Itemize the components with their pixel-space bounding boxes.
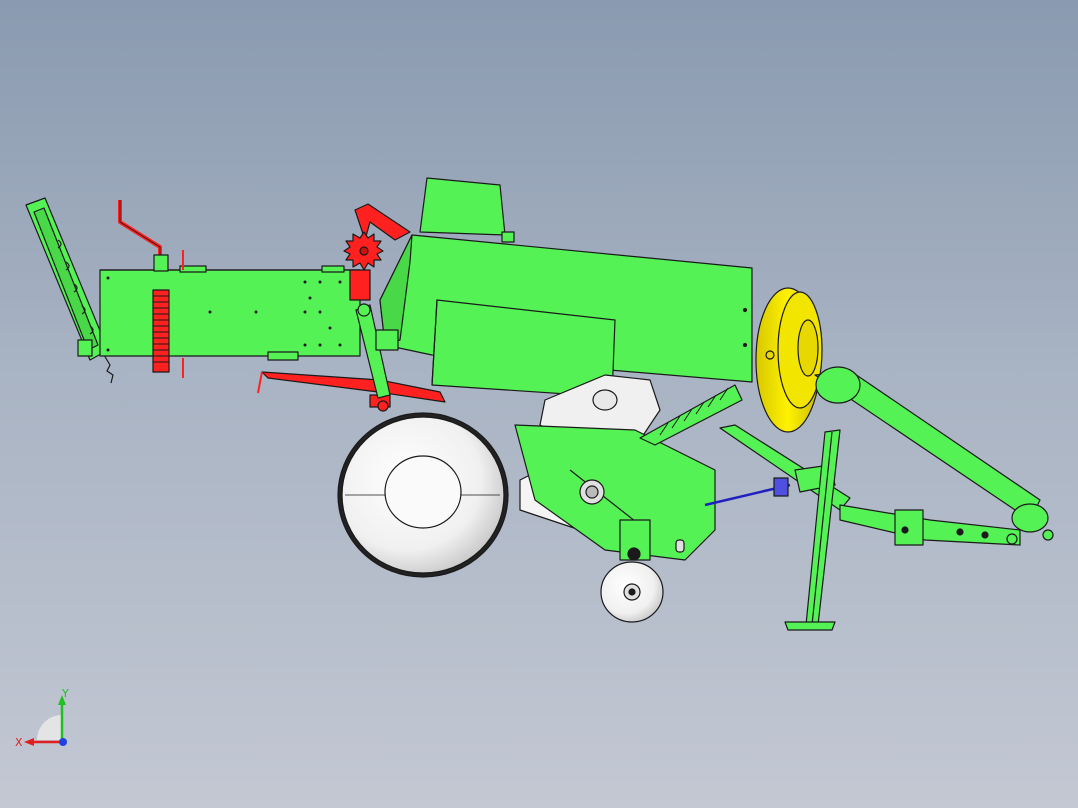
pickup-side-plate: [514, 424, 716, 561]
gauge-wheel: [600, 561, 664, 623]
x-axis-label: X: [15, 736, 23, 749]
orientation-triad[interactable]: Y X: [10, 685, 80, 755]
main-wheel: [337, 412, 509, 578]
blue-link-end: [773, 477, 789, 497]
bale-chamber: [99, 265, 361, 361]
z-axis-dot: [59, 738, 67, 746]
baler-3d-model[interactable]: [0, 0, 1078, 808]
jack-stand: [784, 429, 841, 631]
flywheel: [755, 287, 823, 433]
drawbar-lever: [257, 371, 446, 412]
triad-plane: [37, 715, 62, 740]
y-axis-label: Y: [61, 687, 69, 700]
pickup-housing: [379, 177, 753, 398]
drawbar-tongue: [719, 424, 1021, 546]
cad-viewport[interactable]: Y X: [0, 0, 1078, 808]
